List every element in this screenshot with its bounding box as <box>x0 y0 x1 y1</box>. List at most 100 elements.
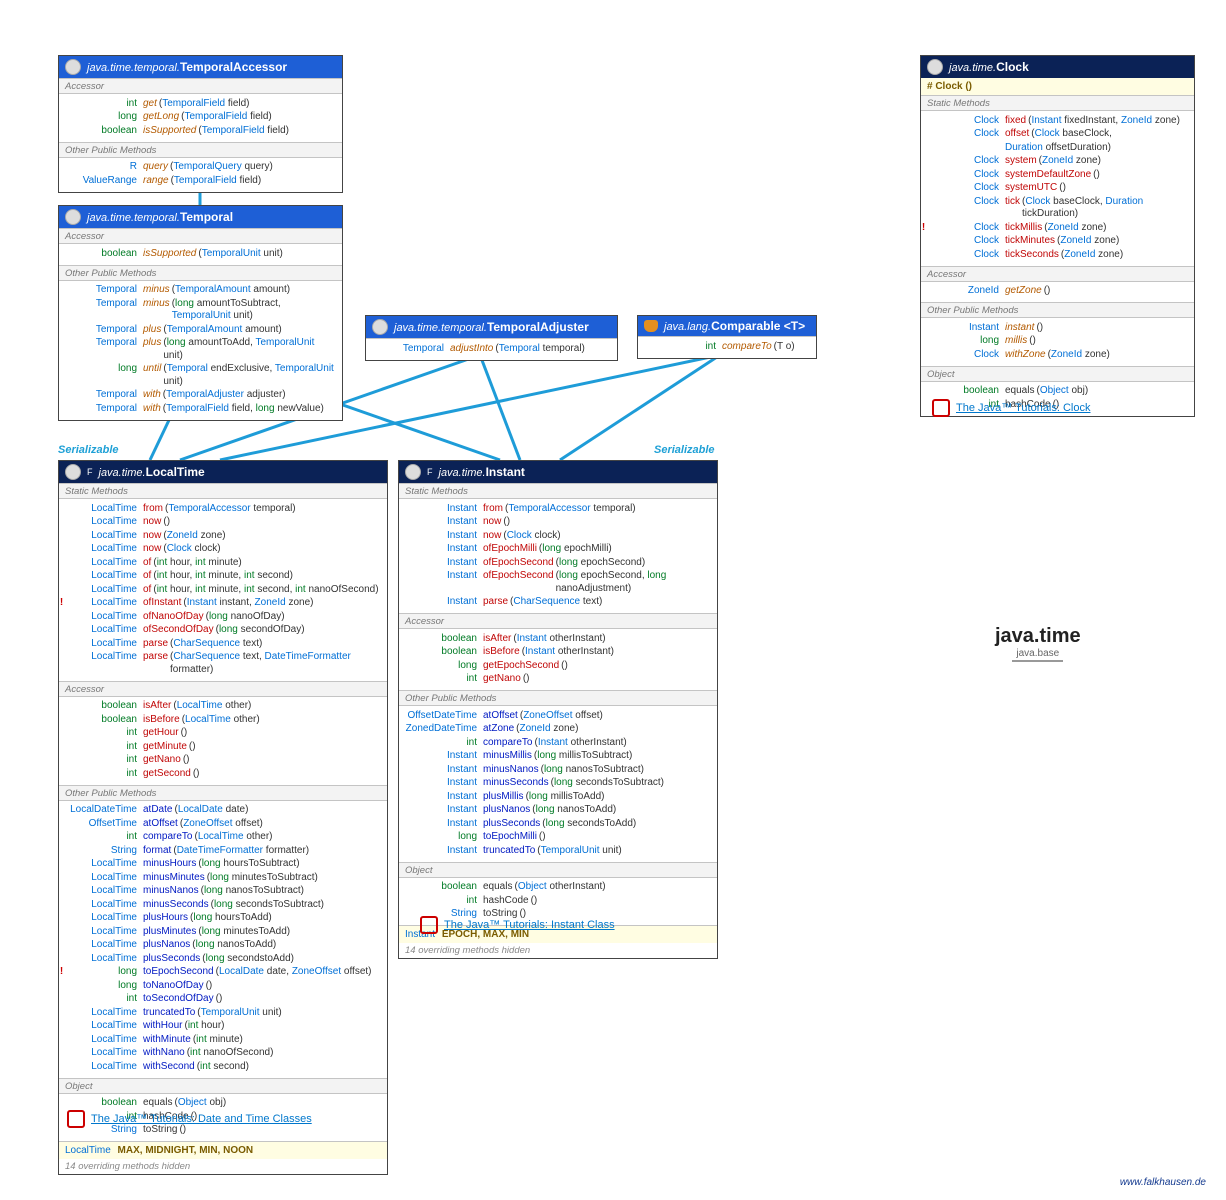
method-row: Clocksystem(ZoneId zone) <box>927 155 1188 169</box>
method-row: InstantplusSeconds(long secondsToAdd) <box>405 817 711 831</box>
method-row: LocalTimeplusSeconds(long secondstoAdd) <box>65 952 381 966</box>
oracle-icon <box>67 1110 85 1128</box>
method-row: OffsetTimeatOffset(ZoneOffset offset) <box>65 817 381 831</box>
method-row: LocalTimeminusHours(long hoursToSubtract… <box>65 858 381 872</box>
method-row: inttoSecondOfDay() <box>65 993 381 1007</box>
method-row: longmillis() <box>927 335 1188 349</box>
method-row: InstantminusSeconds(long secondsToSubtra… <box>405 777 711 791</box>
method-row: LocalTimewithSecond(int second) <box>65 1060 381 1074</box>
method-row: Temporalplus(long amountToAdd, TemporalU… <box>65 337 336 363</box>
method-row: Instantparse(CharSequence text) <box>405 596 711 610</box>
method-row: ClocktickMinutes(ZoneId zone) <box>927 235 1188 249</box>
method-row: LocalTimeofSecondOfDay(long secondOfDay) <box>65 624 381 638</box>
method-row: !ClocktickMillis(ZoneId zone) <box>927 221 1188 235</box>
method-row: longuntil(Temporal endExclusive, Tempora… <box>65 363 336 389</box>
method-row: booleanisBefore(LocalTime other) <box>65 713 381 727</box>
method-row: booleanequals(Object otherInstant) <box>405 881 711 895</box>
method-row: intget(TemporalField field) <box>65 97 336 111</box>
method-row: ZoneIdgetZone() <box>927 285 1188 299</box>
instant-box: F java.time.Instant Static Methods Insta… <box>398 460 718 959</box>
method-row: !LocalTimeofInstant(Instant instant, Zon… <box>65 597 381 611</box>
method-row: Temporalwith(TemporalField field, long n… <box>65 402 336 416</box>
method-row: LocalTimeparse(CharSequence text) <box>65 637 381 651</box>
method-row: InstantplusNanos(long nanosToAdd) <box>405 804 711 818</box>
method-row: LocalTimeofNanoOfDay(long nanoOfDay) <box>65 610 381 624</box>
method-row: booleanisAfter(Instant otherInstant) <box>405 632 711 646</box>
method-row: ClockwithZone(ZoneId zone) <box>927 348 1188 362</box>
constructor: # Clock () <box>921 78 1194 95</box>
method-row: Clocktick(Clock baseClock, Duration tick… <box>927 195 1188 221</box>
method-row: booleanisBefore(Instant otherInstant) <box>405 646 711 660</box>
method-row: booleanisSupported(TemporalUnit unit) <box>65 247 336 261</box>
method-row: LocalTimewithHour(int hour) <box>65 1020 381 1034</box>
method-row: InstantplusMillis(long millisToAdd) <box>405 790 711 804</box>
clock-box: java.time.Clock # Clock () Static Method… <box>920 55 1195 417</box>
tutorial-link[interactable]: The Java™ Tutorials: Clock <box>932 399 1091 417</box>
tutorial-link[interactable]: The Java™ Tutorials: Instant Class <box>420 916 615 934</box>
tutorial-link[interactable]: The Java™ Tutorials: Date and Time Class… <box>67 1110 312 1128</box>
method-row: Instantinstant() <box>927 321 1188 335</box>
interface-icon <box>65 59 81 75</box>
method-row: LocalTimewithNano(int nanoOfSecond) <box>65 1047 381 1061</box>
header: F java.time.LocalTime <box>59 461 387 483</box>
method-row: ZonedDateTimeatZone(ZoneId zone) <box>405 723 711 737</box>
temporal-box: java.time.temporal.Temporal Accessor boo… <box>58 205 343 421</box>
method-row: Stringformat(DateTimeFormatter formatter… <box>65 844 381 858</box>
method-row: intgetNano() <box>405 673 711 687</box>
method-row: LocalTimeof(int hour, int minute) <box>65 556 381 570</box>
class-icon <box>65 464 81 480</box>
method-row: LocalTimenow(ZoneId zone) <box>65 529 381 543</box>
method-row: InstantofEpochSecond(long epochSecond) <box>405 556 711 570</box>
temporal-adjuster-box: java.time.temporal.TemporalAdjuster Temp… <box>365 315 618 361</box>
method-row: LocalTimeof(int hour, int minute, int se… <box>65 570 381 584</box>
method-row: ValueRangerange(TemporalField field) <box>65 174 336 188</box>
method-row: intgetNano() <box>65 754 381 768</box>
method-row: LocalTimeof(int hour, int minute, int se… <box>65 583 381 597</box>
header: java.time.temporal.Temporal <box>59 206 342 228</box>
interface-icon <box>372 319 388 335</box>
method-row: InstantminusMillis(long millisToSubtract… <box>405 750 711 764</box>
method-row: InstantofEpochMilli(long epochMilli) <box>405 543 711 557</box>
method-row: LocalTimeminusMinutes(long minutesToSubt… <box>65 871 381 885</box>
method-row: Clockfixed(Instant fixedInstant, ZoneId … <box>927 114 1188 128</box>
class-icon <box>927 59 943 75</box>
method-row: intgetSecond() <box>65 767 381 781</box>
method-row: booleanequals(Object obj) <box>927 385 1188 399</box>
method-row: InstantminusNanos(long nanosToSubtract) <box>405 763 711 777</box>
method-row: booleanequals(Object obj) <box>65 1097 381 1111</box>
module-badge: java.time java.base <box>995 625 1081 662</box>
oracle-icon <box>932 399 950 417</box>
method-row: intcompareTo(T o) <box>644 340 810 354</box>
method-row: intcompareTo(LocalTime other) <box>65 831 381 845</box>
method-row: LocalDateTimeatDate(LocalDate date) <box>65 804 381 818</box>
method-row: Temporalplus(TemporalAmount amount) <box>65 323 336 337</box>
method-row: LocalTimeplusNanos(long nanosToAdd) <box>65 939 381 953</box>
method-row: Instantnow(Clock clock) <box>405 529 711 543</box>
method-row: Instantfrom(TemporalAccessor temporal) <box>405 502 711 516</box>
method-row: longgetEpochSecond() <box>405 659 711 673</box>
method-row: LocalTimenow(Clock clock) <box>65 543 381 557</box>
method-row: booleanisSupported(TemporalField field) <box>65 124 336 138</box>
method-row: LocalTimeminusSeconds(long secondsToSubt… <box>65 898 381 912</box>
method-row: inthashCode() <box>405 894 711 908</box>
method-row: Duration offsetDuration) <box>927 141 1188 155</box>
method-row: LocalTimetruncatedTo(TemporalUnit unit) <box>65 1006 381 1020</box>
method-row: intgetHour() <box>65 727 381 741</box>
method-row: ClocktickSeconds(ZoneId zone) <box>927 248 1188 262</box>
method-row: longgetLong(TemporalField field) <box>65 111 336 125</box>
method-row: InstantofEpochSecond(long epochSecond, l… <box>405 570 711 596</box>
method-row: intgetMinute() <box>65 740 381 754</box>
method-row: LocalTimefrom(TemporalAccessor temporal) <box>65 502 381 516</box>
method-row: Temporalminus(long amountToSubtract, Tem… <box>65 297 336 323</box>
method-row: Instantnow() <box>405 516 711 530</box>
method-row: ClocksystemDefaultZone() <box>927 168 1188 182</box>
serializable-label: Serializable <box>654 444 715 456</box>
header: java.time.temporal.TemporalAccessor <box>59 56 342 78</box>
comparable-box: java.lang.Comparable <T> intcompareTo(T … <box>637 315 817 359</box>
credit: www.falkhausen.de <box>1120 1177 1206 1188</box>
method-row: longtoNanoOfDay() <box>65 979 381 993</box>
localtime-box: F java.time.LocalTime Static Methods Loc… <box>58 460 388 1175</box>
oracle-icon <box>420 916 438 934</box>
method-row: Rquery(TemporalQuery query) <box>65 161 336 175</box>
header: F java.time.Instant <box>399 461 717 483</box>
